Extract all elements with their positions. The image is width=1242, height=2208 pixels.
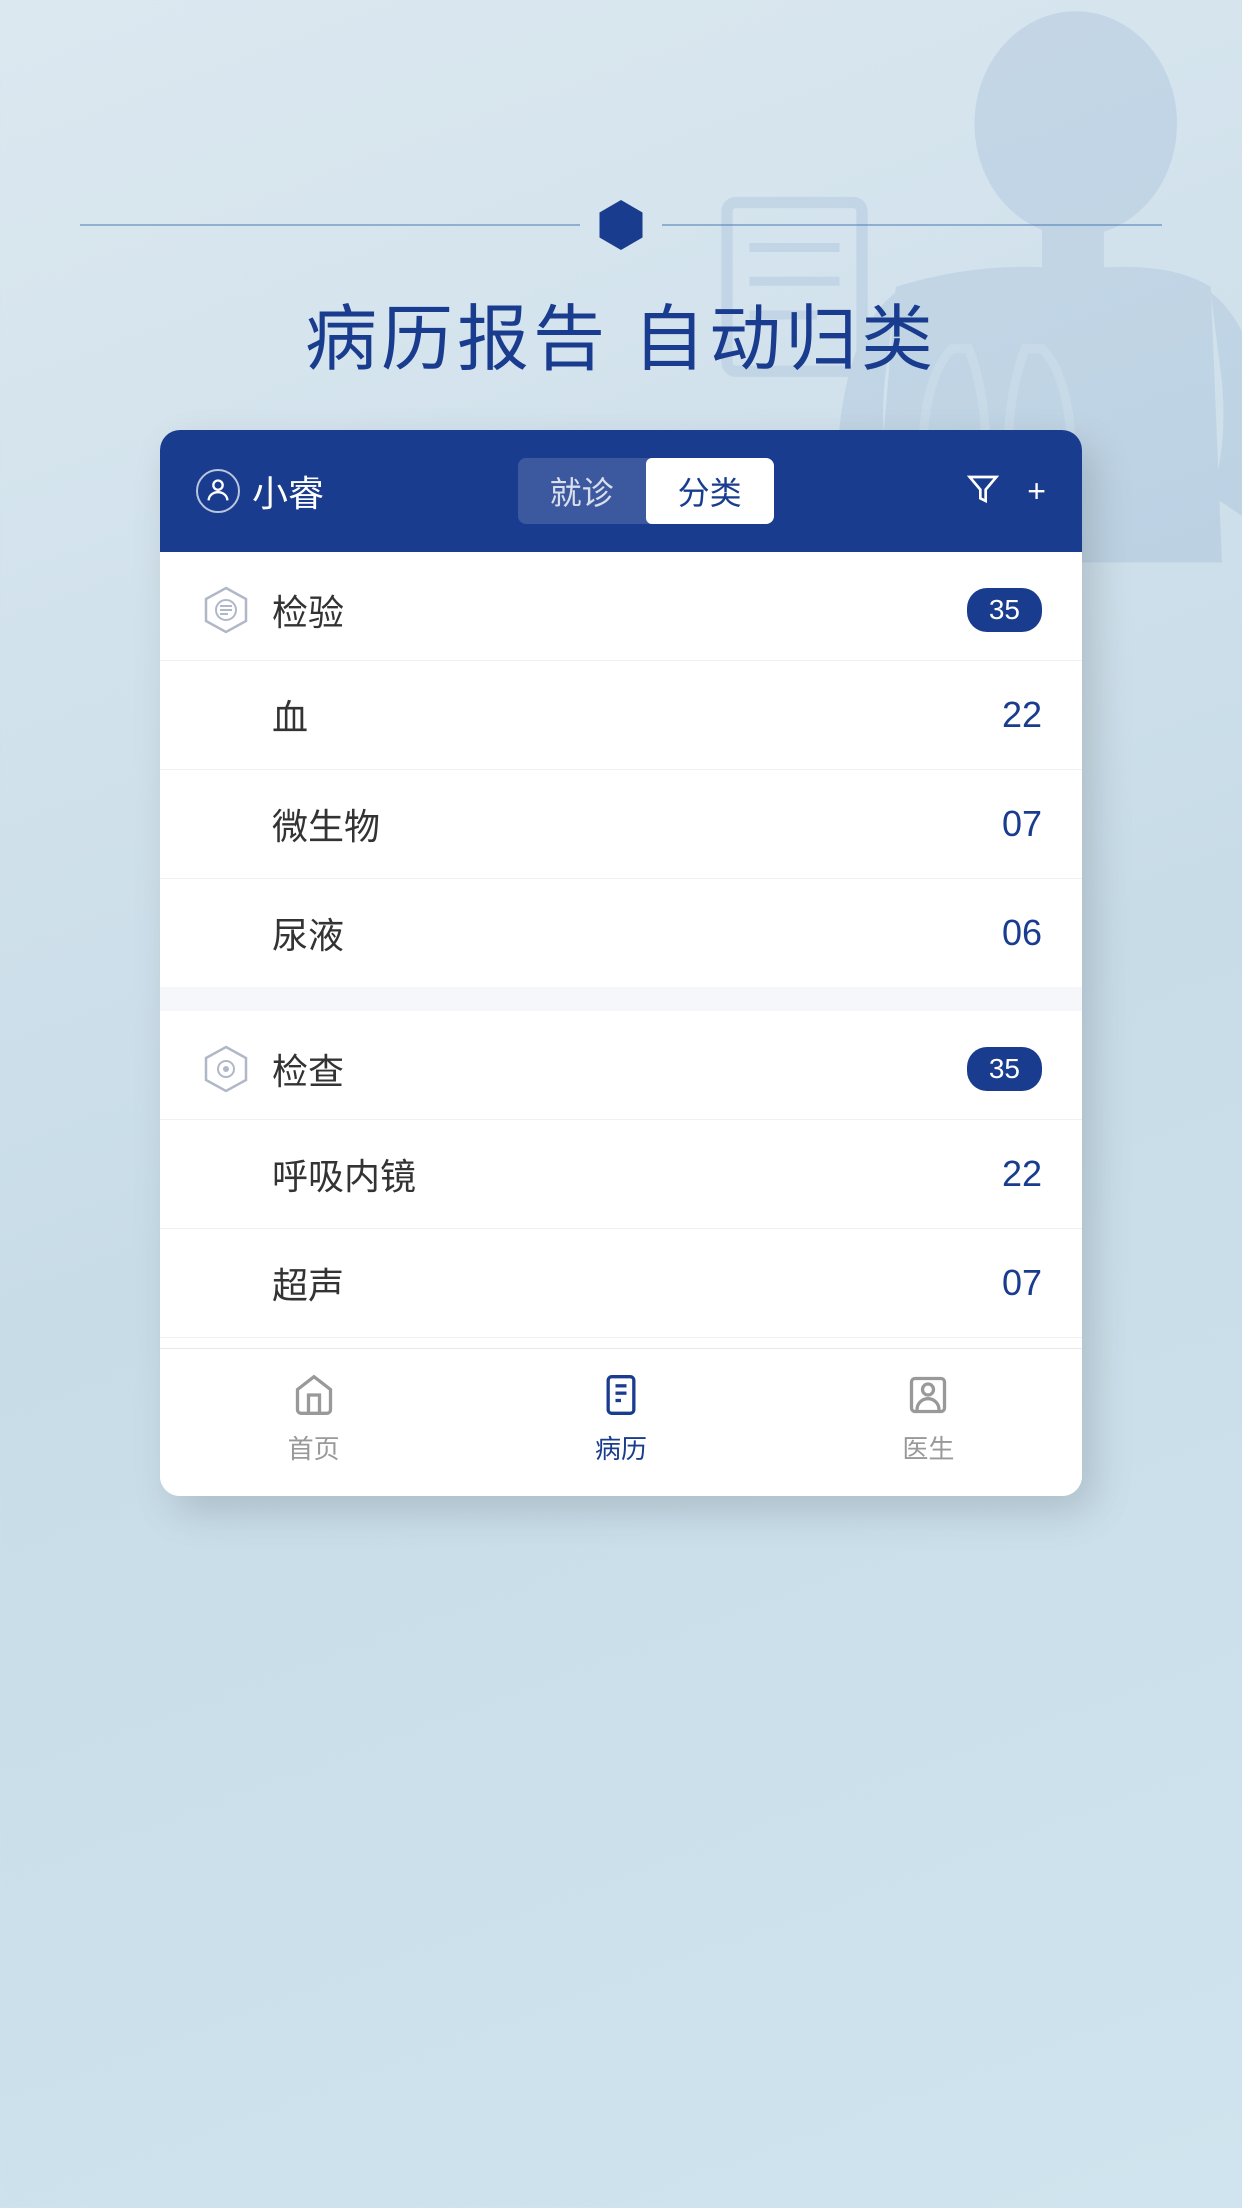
subitem-niaiye[interactable]: 尿液 06 [160, 878, 1082, 987]
category-jiancha-count: 35 [967, 1047, 1042, 1091]
subitem-huxinanjing[interactable]: 呼吸内镜 22 [160, 1119, 1082, 1228]
card-header: 小睿 就诊 分类 + [160, 430, 1082, 552]
top-divider [80, 200, 1162, 250]
user-section: 小睿 [196, 465, 324, 517]
doctor-icon [902, 1369, 954, 1421]
category-jiancha-icon [200, 1043, 252, 1095]
subitem-chaosheng[interactable]: 超声 07 [160, 1228, 1082, 1337]
nav-home-label: 首页 [288, 1429, 340, 1466]
subitem-weishengwu[interactable]: 微生物 07 [160, 769, 1082, 878]
category-jianya-name: 检验 [272, 584, 344, 636]
subitem-chaosheng-name: 超声 [272, 1257, 344, 1309]
section-spacer [160, 987, 1082, 1011]
subitem-chaosheng-count: 07 [1002, 1262, 1042, 1304]
nav-records-label: 病历 [595, 1429, 647, 1466]
subitem-weishengwu-name: 微生物 [272, 798, 380, 850]
add-icon[interactable]: + [1027, 473, 1046, 510]
user-icon [196, 469, 240, 513]
tab-jiuzhen[interactable]: 就诊 [518, 458, 646, 524]
tab-fenlei[interactable]: 分类 [646, 458, 774, 524]
subitem-huxinanjing-count: 22 [1002, 1153, 1042, 1195]
category-jiancha-name: 检查 [272, 1043, 344, 1095]
category-jianya: 检验 35 血 22 微生物 07 尿液 06 [160, 552, 1082, 987]
page-title: 病历报告 自动归类 [0, 280, 1242, 385]
category-jianya-count: 35 [967, 588, 1042, 632]
header-actions: + [967, 473, 1046, 510]
subitem-xue-count: 22 [1002, 694, 1042, 736]
tab-group: 就诊 分类 [518, 458, 774, 524]
filter-icon[interactable] [967, 473, 999, 510]
bottom-nav: 首页 病历 医生 [160, 1348, 1082, 1496]
divider-line-left [80, 224, 580, 226]
subitem-huxinanjing-name: 呼吸内镜 [272, 1148, 416, 1200]
subitem-niaiye-name: 尿液 [272, 907, 344, 959]
subitem-xue[interactable]: 血 22 [160, 660, 1082, 769]
nav-home[interactable]: 首页 [288, 1369, 340, 1466]
divider-line-right [662, 224, 1162, 226]
subitem-niaiye-count: 06 [1002, 912, 1042, 954]
home-icon [288, 1369, 340, 1421]
subitem-xue-name: 血 [272, 689, 308, 741]
phone-card: 小睿 就诊 分类 + [160, 430, 1082, 1496]
nav-records[interactable]: 病历 [595, 1369, 647, 1466]
records-icon [595, 1369, 647, 1421]
category-jianya-header: 检验 35 [160, 552, 1082, 660]
category-jianya-left: 检验 [200, 584, 344, 636]
nav-doctor[interactable]: 医生 [902, 1369, 954, 1466]
category-jiancha-left: 检查 [200, 1043, 344, 1095]
category-jiancha-header: 检查 35 [160, 1011, 1082, 1119]
user-name: 小睿 [252, 465, 324, 517]
subitem-weishengwu-count: 07 [1002, 803, 1042, 845]
nav-doctor-label: 医生 [902, 1429, 954, 1466]
hexagon-decoration [596, 200, 646, 250]
category-jianya-icon [200, 584, 252, 636]
